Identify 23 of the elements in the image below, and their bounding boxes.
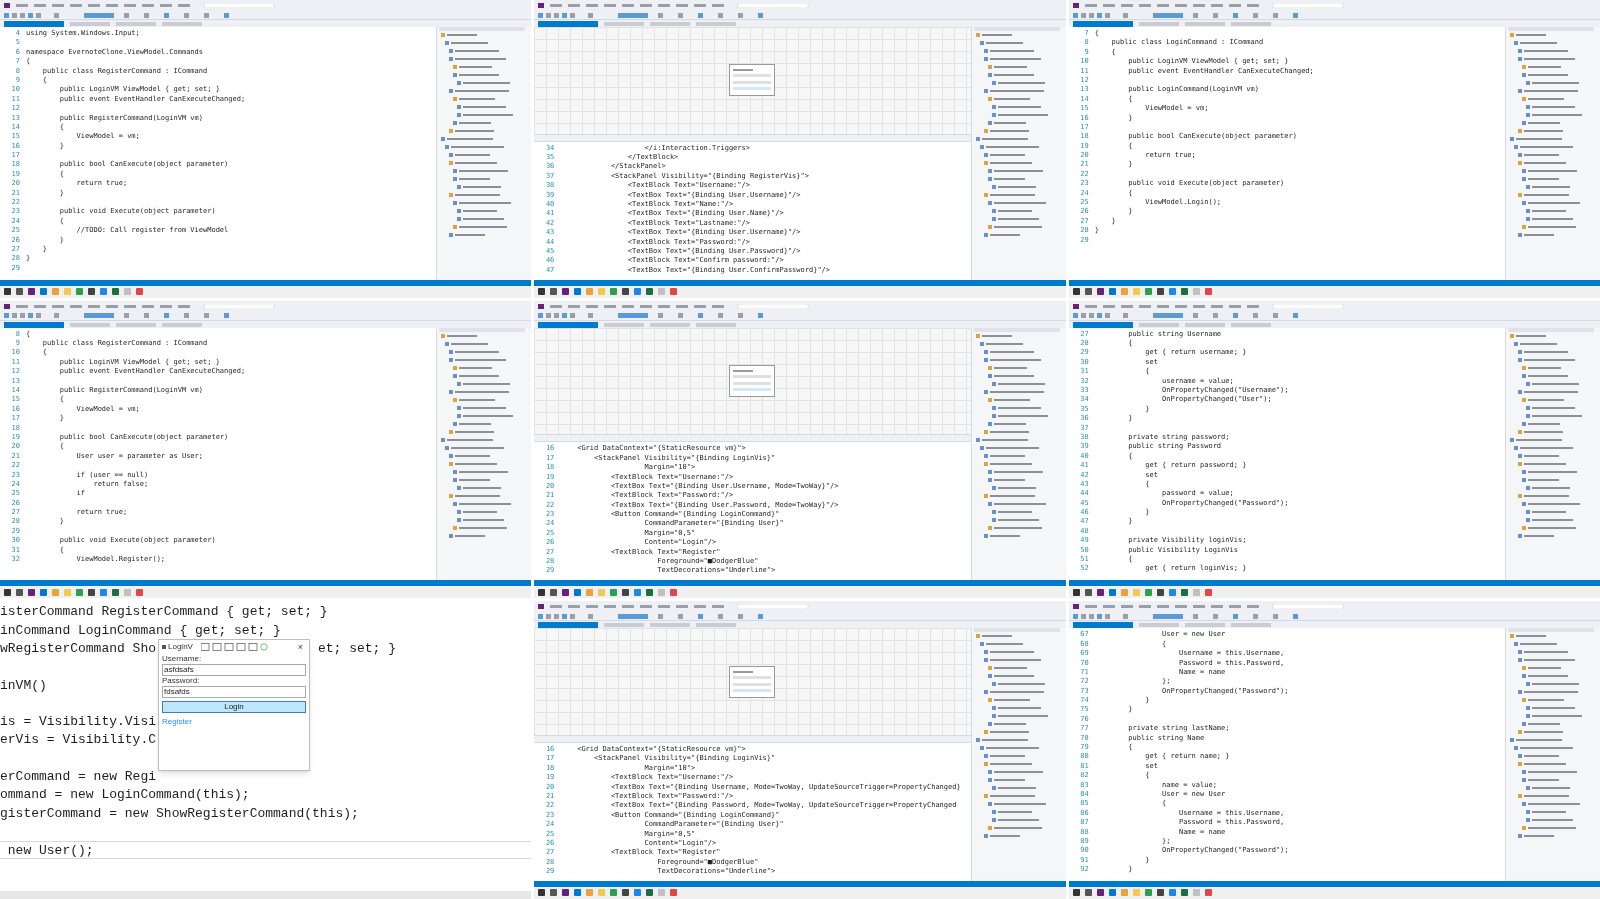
code-line: et; set; } <box>318 639 396 658</box>
field-label: Password: <box>162 676 201 687</box>
code-line: erCommand = new Regi <box>0 769 157 784</box>
code-line: inVM() <box>0 677 47 693</box>
code-line: inCommand LoginCommand { get; set; } <box>0 622 281 638</box>
field-label: Username: <box>162 654 203 665</box>
code-line: isterCommand RegisterCommand { get; set; } <box>0 604 328 620</box>
window-preview-drawing <box>729 365 776 397</box>
code-line: gisterCommand = new ShowRegisterCommand(this); <box>0 805 359 821</box>
window-preview-drawing <box>729 64 776 97</box>
close-button[interactable]: × <box>294 642 306 652</box>
input-field[interactable]: asfdsafs <box>162 664 306 677</box>
input-field[interactable]: fdsafds <box>162 686 306 699</box>
debug-toolbar-drawing <box>200 643 271 652</box>
code-line: new User(); <box>6 843 94 859</box>
code-line: wRegisterCommand Sho <box>0 640 157 656</box>
window-preview-drawing <box>729 665 776 698</box>
code-line: erVis = Visibility.C <box>0 732 157 748</box>
window-icon <box>162 645 166 650</box>
login-button[interactable]: Login <box>162 701 306 714</box>
window-title: LoginV <box>168 641 193 654</box>
code-line: is = Visibility.Visi <box>0 714 157 730</box>
code-line: ommand = new LoginCommand(this); <box>0 787 250 803</box>
